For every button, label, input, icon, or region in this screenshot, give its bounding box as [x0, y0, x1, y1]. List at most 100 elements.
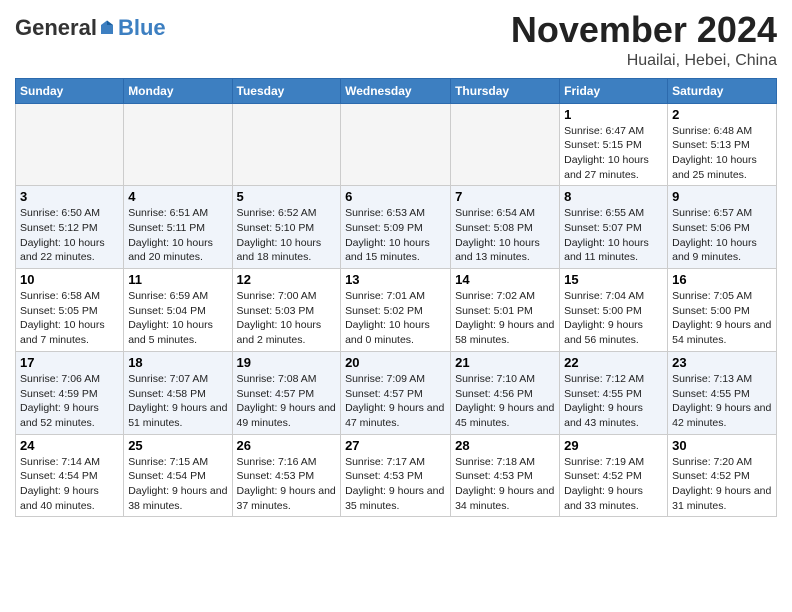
location: Huailai, Hebei, China: [511, 52, 777, 70]
day-number: 11: [128, 272, 227, 287]
weekday-header: Thursday: [451, 78, 560, 103]
day-number: 20: [345, 355, 446, 370]
header: General Blue November 2024 Huailai, Hebe…: [15, 10, 777, 70]
day-info: Sunrise: 6:55 AMSunset: 5:07 PMDaylight:…: [564, 206, 663, 265]
day-info: Sunrise: 6:48 AMSunset: 5:13 PMDaylight:…: [672, 124, 772, 183]
calendar-week-row: 10Sunrise: 6:58 AMSunset: 5:05 PMDayligh…: [16, 269, 777, 352]
weekday-header: Sunday: [16, 78, 124, 103]
day-info: Sunrise: 7:05 AMSunset: 5:00 PMDaylight:…: [672, 289, 772, 348]
weekday-header: Wednesday: [341, 78, 451, 103]
day-number: 14: [455, 272, 555, 287]
day-info: Sunrise: 7:17 AMSunset: 4:53 PMDaylight:…: [345, 455, 446, 514]
day-info: Sunrise: 7:08 AMSunset: 4:57 PMDaylight:…: [237, 372, 337, 431]
day-number: 25: [128, 438, 227, 453]
weekday-header: Monday: [124, 78, 232, 103]
calendar-cell: [124, 103, 232, 186]
calendar-cell: 6Sunrise: 6:53 AMSunset: 5:09 PMDaylight…: [341, 186, 451, 269]
day-info: Sunrise: 7:09 AMSunset: 4:57 PMDaylight:…: [345, 372, 446, 431]
day-number: 27: [345, 438, 446, 453]
calendar-cell: 18 Sunrise: 7:07 AMSunset: 4:58 PMDayligh…: [124, 351, 232, 434]
day-info: Sunrise: 6:54 AMSunset: 5:08 PMDaylight:…: [455, 206, 555, 265]
day-number: 15: [564, 272, 663, 287]
day-info: Sunrise: 6:52 AMSunset: 5:10 PMDaylight:…: [237, 206, 337, 265]
calendar-cell: 17 Sunrise: 7:06 AMSunset: 4:59 PMDayligh…: [16, 351, 124, 434]
day-number: 23: [672, 355, 772, 370]
calendar-cell: 30 Sunrise: 7:20 AMSunset: 4:52 PMDayligh…: [668, 434, 777, 517]
day-number: 1: [564, 107, 663, 122]
day-number: 19: [237, 355, 337, 370]
day-number: 18: [128, 355, 227, 370]
calendar-cell: 22Sunrise: 7:12 AMSunset: 4:55 PMDayligh…: [560, 351, 668, 434]
calendar-cell: 20 Sunrise: 7:09 AMSunset: 4:57 PMDayligh…: [341, 351, 451, 434]
logo-icon: [98, 19, 116, 37]
day-info: Sunrise: 7:06 AMSunset: 4:59 PMDaylight:…: [20, 372, 119, 431]
day-info: Sunrise: 6:57 AMSunset: 5:06 PMDaylight:…: [672, 206, 772, 265]
calendar-week-row: 17 Sunrise: 7:06 AMSunset: 4:59 PMDayligh…: [16, 351, 777, 434]
month-title: November 2024: [511, 10, 777, 50]
calendar-cell: 24 Sunrise: 7:14 AMSunset: 4:54 PMDayligh…: [16, 434, 124, 517]
calendar-cell: 10Sunrise: 6:58 AMSunset: 5:05 PMDayligh…: [16, 269, 124, 352]
calendar-cell: 14Sunrise: 7:02 AMSunset: 5:01 PMDayligh…: [451, 269, 560, 352]
title-area: November 2024 Huailai, Hebei, China: [511, 10, 777, 70]
day-number: 17: [20, 355, 119, 370]
calendar-cell: 12Sunrise: 7:00 AMSunset: 5:03 PMDayligh…: [232, 269, 341, 352]
calendar-cell: 9 Sunrise: 6:57 AMSunset: 5:06 PMDaylight…: [668, 186, 777, 269]
calendar-cell: 19 Sunrise: 7:08 AMSunset: 4:57 PMDayligh…: [232, 351, 341, 434]
weekday-header: Friday: [560, 78, 668, 103]
day-number: 29: [564, 438, 663, 453]
day-number: 12: [237, 272, 337, 287]
day-info: Sunrise: 7:20 AMSunset: 4:52 PMDaylight:…: [672, 455, 772, 514]
day-number: 4: [128, 189, 227, 204]
day-info: Sunrise: 6:50 AMSunset: 5:12 PMDaylight:…: [20, 206, 119, 265]
calendar-cell: 8 Sunrise: 6:55 AMSunset: 5:07 PMDaylight…: [560, 186, 668, 269]
day-number: 2: [672, 107, 772, 122]
calendar-cell: [232, 103, 341, 186]
day-number: 10: [20, 272, 119, 287]
calendar-cell: 25 Sunrise: 7:15 AMSunset: 4:54 PMDayligh…: [124, 434, 232, 517]
day-info: Sunrise: 7:19 AMSunset: 4:52 PMDaylight:…: [564, 455, 663, 514]
calendar-cell: 15 Sunrise: 7:04 AMSunset: 5:00 PMDayligh…: [560, 269, 668, 352]
logo-blue-text: Blue: [118, 15, 166, 41]
day-info: Sunrise: 7:13 AMSunset: 4:55 PMDaylight:…: [672, 372, 772, 431]
day-info: Sunrise: 7:07 AMSunset: 4:58 PMDaylight:…: [128, 372, 227, 431]
day-info: Sunrise: 7:15 AMSunset: 4:54 PMDaylight:…: [128, 455, 227, 514]
day-number: 30: [672, 438, 772, 453]
day-info: Sunrise: 6:51 AMSunset: 5:11 PMDaylight:…: [128, 206, 227, 265]
day-info: Sunrise: 6:53 AMSunset: 5:09 PMDaylight:…: [345, 206, 446, 265]
day-info: Sunrise: 6:59 AMSunset: 5:04 PMDaylight:…: [128, 289, 227, 348]
day-number: 9: [672, 189, 772, 204]
day-info: Sunrise: 7:04 AMSunset: 5:00 PMDaylight:…: [564, 289, 663, 348]
calendar-cell: 11 Sunrise: 6:59 AMSunset: 5:04 PMDayligh…: [124, 269, 232, 352]
calendar: SundayMondayTuesdayWednesdayThursdayFrid…: [15, 78, 777, 518]
calendar-cell: 27 Sunrise: 7:17 AMSunset: 4:53 PMDayligh…: [341, 434, 451, 517]
calendar-week-row: 3 Sunrise: 6:50 AMSunset: 5:12 PMDaylight…: [16, 186, 777, 269]
calendar-cell: 4 Sunrise: 6:51 AMSunset: 5:11 PMDaylight…: [124, 186, 232, 269]
weekday-header: Saturday: [668, 78, 777, 103]
calendar-cell: [16, 103, 124, 186]
day-info: Sunrise: 7:14 AMSunset: 4:54 PMDaylight:…: [20, 455, 119, 514]
day-info: Sunrise: 7:01 AMSunset: 5:02 PMDaylight:…: [345, 289, 446, 348]
day-number: 26: [237, 438, 337, 453]
calendar-cell: 26 Sunrise: 7:16 AMSunset: 4:53 PMDayligh…: [232, 434, 341, 517]
calendar-week-row: 24 Sunrise: 7:14 AMSunset: 4:54 PMDayligh…: [16, 434, 777, 517]
day-number: 28: [455, 438, 555, 453]
day-number: 21: [455, 355, 555, 370]
weekday-header: Tuesday: [232, 78, 341, 103]
logo-general-text: General: [15, 15, 97, 41]
day-number: 22: [564, 355, 663, 370]
day-number: 24: [20, 438, 119, 453]
day-info: Sunrise: 7:18 AMSunset: 4:53 PMDaylight:…: [455, 455, 555, 514]
calendar-cell: 1Sunrise: 6:47 AMSunset: 5:15 PMDaylight…: [560, 103, 668, 186]
calendar-cell: 16 Sunrise: 7:05 AMSunset: 5:00 PMDayligh…: [668, 269, 777, 352]
calendar-cell: 23 Sunrise: 7:13 AMSunset: 4:55 PMDayligh…: [668, 351, 777, 434]
day-info: Sunrise: 7:16 AMSunset: 4:53 PMDaylight:…: [237, 455, 337, 514]
calendar-cell: 5Sunrise: 6:52 AMSunset: 5:10 PMDaylight…: [232, 186, 341, 269]
calendar-cell: 21Sunrise: 7:10 AMSunset: 4:56 PMDayligh…: [451, 351, 560, 434]
day-number: 3: [20, 189, 119, 204]
calendar-cell: 29 Sunrise: 7:19 AMSunset: 4:52 PMDayligh…: [560, 434, 668, 517]
calendar-cell: [341, 103, 451, 186]
day-number: 16: [672, 272, 772, 287]
day-number: 8: [564, 189, 663, 204]
calendar-header-row: SundayMondayTuesdayWednesdayThursdayFrid…: [16, 78, 777, 103]
calendar-cell: [451, 103, 560, 186]
